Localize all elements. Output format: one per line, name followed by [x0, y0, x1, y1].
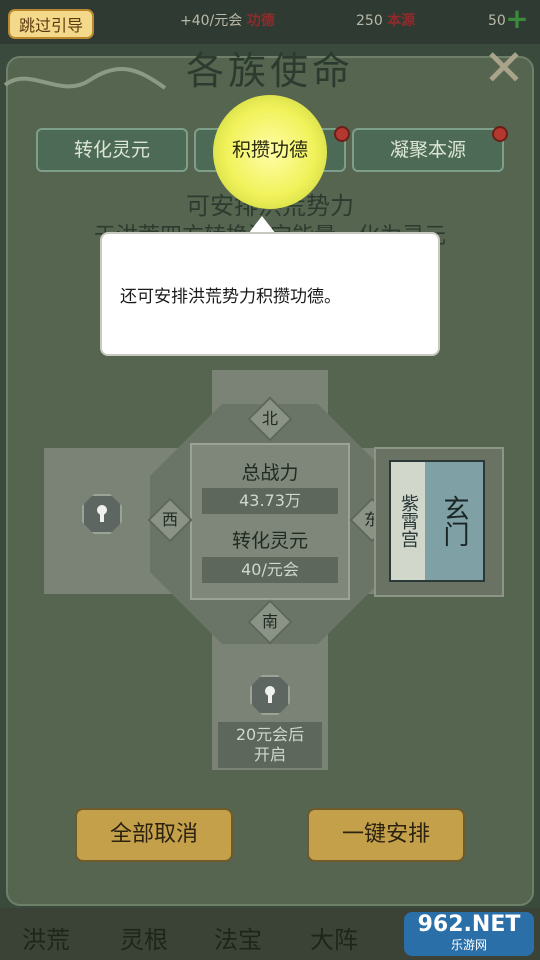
- tab-gather-origin[interactable]: 凝聚本源: [352, 128, 504, 172]
- notification-dot: [334, 126, 350, 142]
- watermark-main: 962.NET: [417, 912, 521, 937]
- origin-value: 250: [356, 13, 383, 29]
- conversion-label: 转化灵元: [231, 530, 308, 552]
- cancel-all-button[interactable]: 全部取消: [75, 808, 233, 862]
- nav-honghuang[interactable]: 洪荒: [22, 920, 70, 955]
- one-click-arrange-button[interactable]: 一键安排: [307, 808, 465, 862]
- total-power-label: 总战力: [241, 462, 299, 484]
- tab-convert-energy[interactable]: 转化灵元: [36, 128, 188, 172]
- nav-fabao[interactable]: 法宝: [214, 920, 262, 955]
- sect-name: 玄门: [425, 462, 483, 580]
- merit-label: 功德: [246, 13, 275, 29]
- merit-rate: +40/元会: [180, 13, 243, 29]
- unlock-time: 20元会后: [235, 725, 305, 744]
- south-unlock-text: 20元会后 开启: [218, 722, 322, 768]
- origin-label: 本源: [387, 13, 416, 29]
- add-resource-icon[interactable]: +: [504, 5, 530, 33]
- watermark-sub: 乐游网: [450, 938, 487, 952]
- notification-dot: [492, 126, 508, 142]
- conversion-value: 40/元会: [202, 557, 338, 583]
- close-icon[interactable]: ✕: [480, 43, 528, 93]
- nav-linggen[interactable]: 灵根: [120, 920, 168, 955]
- skip-guide-button[interactable]: 跳过引导: [8, 9, 94, 39]
- unlock-label: 开启: [253, 745, 286, 764]
- origin-resource: 250 本源: [356, 10, 415, 32]
- west-lock-icon[interactable]: [82, 494, 122, 534]
- sect-subtitle: 紫霄宫: [391, 462, 425, 580]
- south-lock-icon[interactable]: [250, 675, 290, 715]
- total-power-value: 43.73万: [202, 488, 338, 514]
- tab-accumulate-merit-label[interactable]: 积攒功德: [216, 128, 324, 172]
- guide-tooltip-text: 还可安排洪荒势力积攒功德。: [120, 287, 341, 307]
- panel-title: 各族使命: [185, 49, 354, 93]
- merit-resource: +40/元会 功德: [180, 10, 275, 32]
- watermark-logo: 962.NET 乐游网: [404, 912, 534, 956]
- nav-dazhen[interactable]: 大阵: [310, 920, 358, 955]
